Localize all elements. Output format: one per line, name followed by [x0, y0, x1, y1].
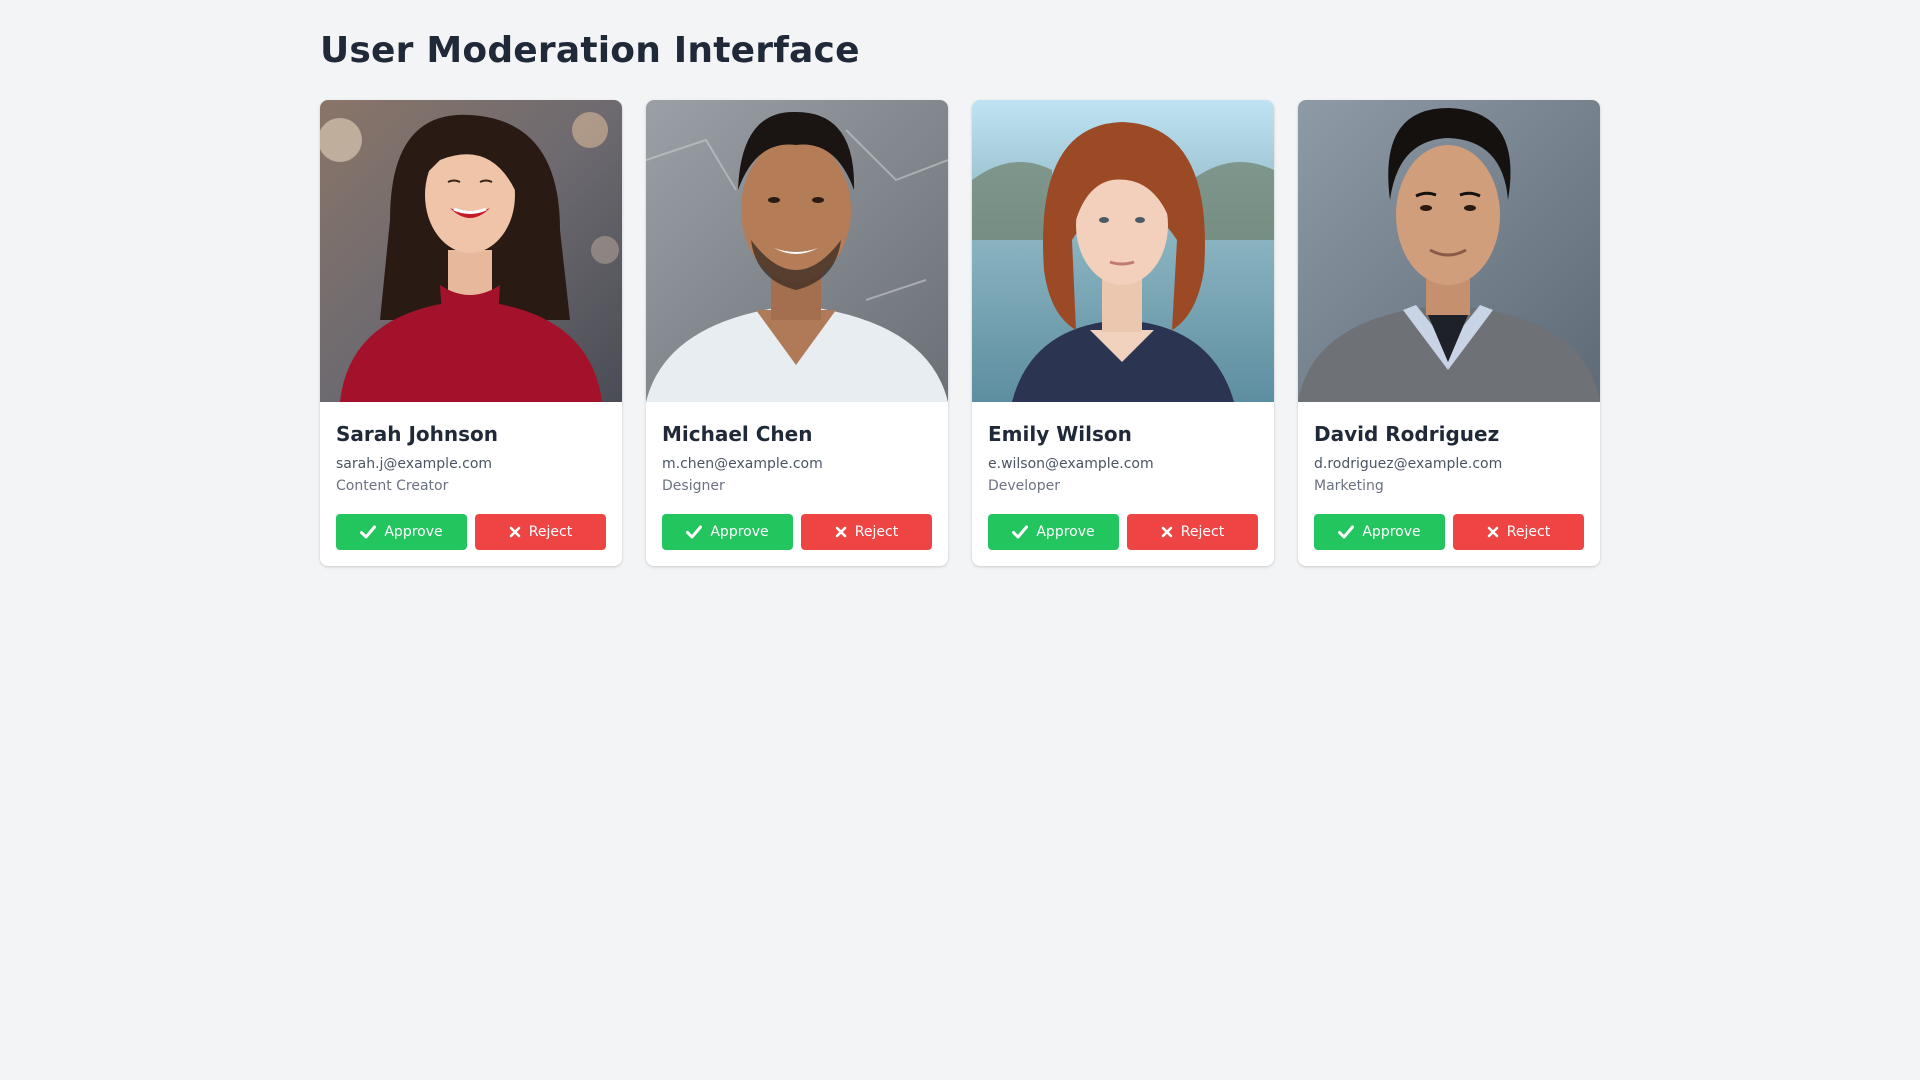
user-name: Michael Chen — [662, 422, 813, 446]
user-card-grid: Sarah Johnson sarah.j@example.com Conten… — [320, 100, 1600, 566]
check-icon — [360, 525, 377, 539]
user-role: Content Creator — [336, 478, 449, 494]
check-icon — [1012, 525, 1029, 539]
approve-button[interactable]: Approve — [336, 514, 467, 550]
user-email: e.wilson@example.com — [988, 456, 1154, 472]
reject-label: Reject — [1506, 524, 1551, 540]
card-actions: Approve Reject — [1314, 514, 1584, 550]
user-email: d.rodriguez@example.com — [1314, 456, 1503, 472]
user-card: David Rodriguez d.rodriguez@example.com … — [1298, 100, 1600, 566]
reject-button[interactable]: Reject — [1127, 514, 1258, 550]
approve-button[interactable]: Approve — [662, 514, 793, 550]
x-icon — [1161, 526, 1173, 538]
reject-button[interactable]: Reject — [1453, 514, 1584, 550]
check-icon — [1338, 525, 1355, 539]
user-photo — [320, 100, 622, 402]
user-card: Michael Chen m.chen@example.com Designer… — [646, 100, 948, 566]
user-name: Sarah Johnson — [336, 422, 499, 446]
card-actions: Approve Reject — [988, 514, 1258, 550]
user-role: Marketing — [1314, 478, 1384, 494]
approve-label: Approve — [384, 524, 443, 540]
user-name: David Rodriguez — [1314, 422, 1500, 446]
card-actions: Approve Reject — [662, 514, 932, 550]
approve-label: Approve — [710, 524, 769, 540]
x-icon — [1487, 526, 1499, 538]
check-icon — [686, 525, 703, 539]
user-photo — [646, 100, 948, 402]
page-title: User Moderation Interface — [320, 30, 860, 71]
user-photo — [1298, 100, 1600, 402]
user-role: Developer — [988, 478, 1061, 494]
reject-label: Reject — [1180, 524, 1225, 540]
approve-button[interactable]: Approve — [1314, 514, 1445, 550]
approve-label: Approve — [1362, 524, 1421, 540]
x-icon — [509, 526, 521, 538]
user-card: Sarah Johnson sarah.j@example.com Conten… — [320, 100, 622, 566]
user-role: Designer — [662, 478, 725, 494]
user-email: sarah.j@example.com — [336, 456, 493, 472]
user-card: Emily Wilson e.wilson@example.com Develo… — [972, 100, 1274, 566]
reject-label: Reject — [854, 524, 899, 540]
reject-label: Reject — [528, 524, 573, 540]
user-email: m.chen@example.com — [662, 456, 823, 472]
reject-button[interactable]: Reject — [801, 514, 932, 550]
x-icon — [835, 526, 847, 538]
approve-button[interactable]: Approve — [988, 514, 1119, 550]
approve-label: Approve — [1036, 524, 1095, 540]
card-actions: Approve Reject — [336, 514, 606, 550]
reject-button[interactable]: Reject — [475, 514, 606, 550]
user-name: Emily Wilson — [988, 422, 1132, 446]
user-photo — [972, 100, 1274, 402]
